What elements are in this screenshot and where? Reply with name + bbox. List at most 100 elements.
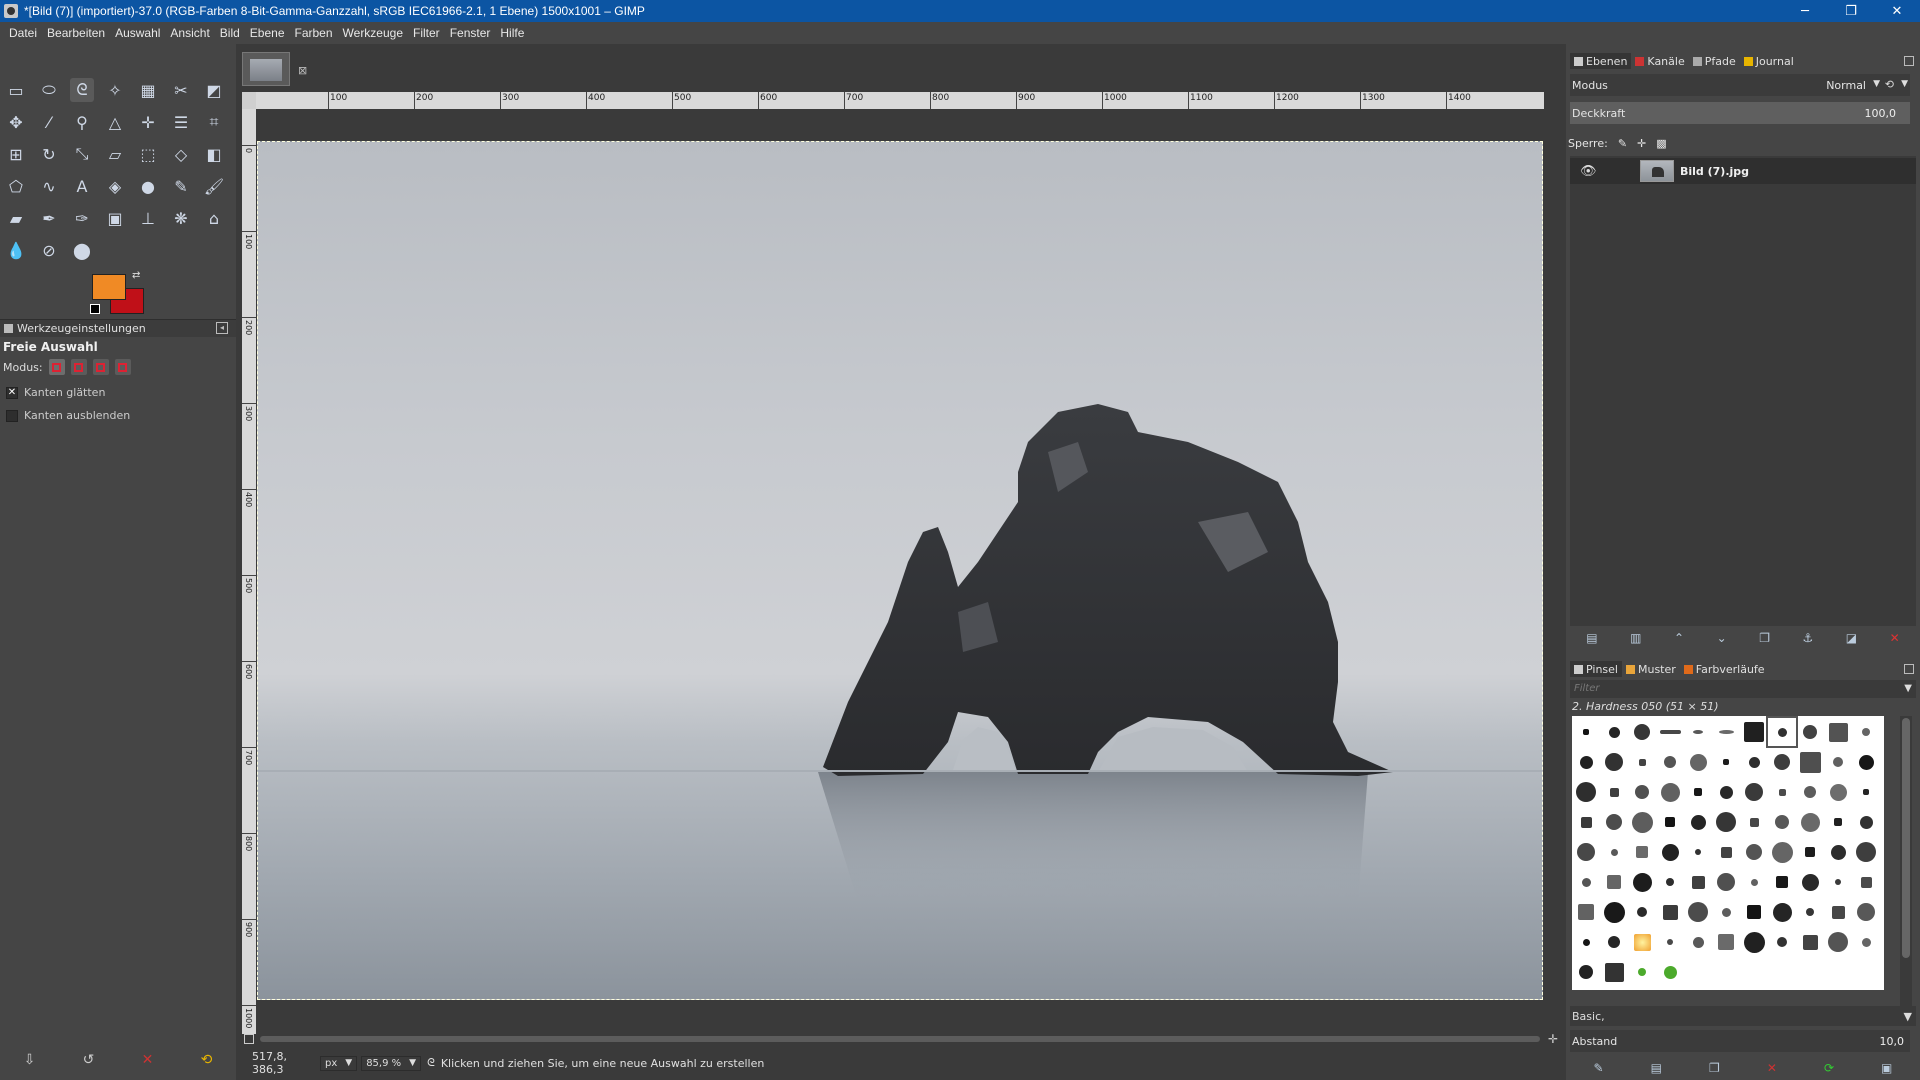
paintbrush-tool-icon[interactable]: 🖌 [202, 174, 226, 198]
brush-thumbnail[interactable] [1768, 928, 1796, 956]
menu-farben[interactable]: Farben [290, 26, 338, 40]
tab-ebenen[interactable]: Ebenen [1570, 53, 1632, 69]
airbrush-tool-icon[interactable]: ✒ [37, 206, 61, 230]
brush-thumbnail[interactable] [1572, 718, 1600, 746]
brush-thumbnail[interactable] [1740, 838, 1768, 866]
image-canvas[interactable] [256, 109, 1544, 1034]
brush-thumbnail[interactable] [1824, 808, 1852, 836]
brush-thumbnail[interactable] [1656, 808, 1684, 836]
brush-thumbnail[interactable] [1572, 808, 1600, 836]
open-brush-as-image-icon[interactable]: ▣ [1881, 1061, 1892, 1075]
anchor-layer-icon[interactable]: ⚓ [1803, 631, 1814, 645]
brush-thumbnail[interactable] [1684, 718, 1712, 746]
foreground-color-swatch[interactable] [92, 274, 126, 300]
menu-bild[interactable]: Bild [215, 26, 245, 40]
rotate-tool-icon[interactable]: ↻ [37, 142, 61, 166]
pencil-tool-icon[interactable]: ✎ [169, 174, 193, 198]
horizontal-scrollbar[interactable] [256, 1034, 1544, 1044]
smudge-tool-icon[interactable]: ⌂ [202, 206, 226, 230]
brush-thumbnail[interactable] [1712, 868, 1740, 896]
brush-thumbnail[interactable] [1684, 778, 1712, 806]
brush-thumbnail[interactable] [1628, 868, 1656, 896]
brush-preset-select[interactable]: Basic, ▼ [1570, 1006, 1916, 1026]
duplicate-brush-icon[interactable]: ❐ [1709, 1061, 1720, 1075]
rect-select-tool-icon[interactable]: ▭ [4, 78, 28, 102]
visibility-eye-icon[interactable]: 👁 [1580, 164, 1597, 179]
menu-bearbeiten[interactable]: Bearbeiten [42, 26, 110, 40]
brush-thumbnail[interactable] [1600, 718, 1628, 746]
brush-thumbnail[interactable] [1600, 898, 1628, 926]
3d-transform-tool-icon[interactable]: ◇ [169, 142, 193, 166]
dock-configure-icon[interactable]: ◂ [216, 322, 228, 334]
horizontal-ruler[interactable]: 100 200 300 400 500 600 700 800 900 1000 1100 1200 1… [256, 92, 1544, 109]
brush-thumbnail[interactable] [1740, 718, 1768, 746]
brush-thumbnail[interactable] [1628, 808, 1656, 836]
unit-select[interactable]: px ▼ [320, 1055, 358, 1071]
swap-colors-icon[interactable]: ⇄ [132, 270, 140, 281]
brush-thumbnail[interactable] [1656, 928, 1684, 956]
brush-thumbnail[interactable] [1656, 778, 1684, 806]
brush-thumbnail[interactable] [1796, 838, 1824, 866]
brush-thumbnail[interactable] [1712, 778, 1740, 806]
brush-thumbnail[interactable] [1824, 838, 1852, 866]
tool-options-tab[interactable]: Werkzeugeinstellungen ◂ [0, 319, 236, 337]
raise-layer-icon[interactable]: ⌃ [1674, 631, 1684, 645]
brush-thumbnail[interactable] [1628, 778, 1656, 806]
brush-thumbnail[interactable] [1740, 928, 1768, 956]
restore-button[interactable]: ❐ [1828, 0, 1874, 22]
menu-werkzeuge[interactable]: Werkzeuge [338, 26, 408, 40]
brush-spacing-slider[interactable]: Abstand 10,0 [1570, 1030, 1910, 1052]
align-tool-icon[interactable]: ✛ [136, 110, 160, 134]
brush-thumbnail[interactable] [1572, 778, 1600, 806]
brush-thumbnail[interactable] [1740, 778, 1768, 806]
brush-thumbnail[interactable] [1572, 958, 1600, 986]
restore-tool-preset-icon[interactable]: ↺ [83, 1052, 95, 1068]
menu-datei[interactable]: Datei [4, 26, 42, 40]
brush-thumbnail[interactable] [1600, 748, 1628, 776]
brush-thumbnail[interactable] [1712, 928, 1740, 956]
brush-thumbnail[interactable] [1852, 718, 1880, 746]
brush-thumbnail[interactable] [1656, 838, 1684, 866]
free-select-tool-icon[interactable]: ᘓ [70, 78, 94, 102]
brush-thumbnail[interactable] [1628, 928, 1656, 956]
duplicate-layer-icon[interactable]: ❐ [1759, 631, 1770, 645]
select-by-color-tool-icon[interactable]: ▦ [136, 78, 160, 102]
perspective-tool-icon[interactable]: ⬚ [136, 142, 160, 166]
menu-fenster[interactable]: Fenster [445, 26, 496, 40]
zoom-select[interactable]: 85,9 % ▼ [361, 1055, 422, 1071]
delete-brush-icon[interactable]: ✕ [1767, 1061, 1777, 1075]
brush-thumbnail[interactable] [1712, 898, 1740, 926]
brush-thumbnail[interactable] [1824, 718, 1852, 746]
tab-pfade[interactable]: Pfade [1689, 53, 1740, 69]
brush-thumbnail[interactable] [1852, 778, 1880, 806]
measure-tool-icon[interactable]: △ [103, 110, 127, 134]
brush-thumbnail[interactable] [1852, 838, 1880, 866]
mypaint-brush-tool-icon[interactable]: ● [136, 174, 160, 198]
clone-tool-icon[interactable]: ⊥ [136, 206, 160, 230]
brush-thumbnail[interactable] [1684, 928, 1712, 956]
lock-position-icon[interactable]: ✛ [1637, 137, 1646, 150]
warp-transform-tool-icon[interactable]: ∿ [37, 174, 61, 198]
brush-thumbnail[interactable] [1852, 748, 1880, 776]
delete-layer-icon[interactable]: ✕ [1890, 631, 1900, 645]
refresh-brushes-icon[interactable]: ⟳ [1824, 1061, 1834, 1075]
brush-thumbnail[interactable] [1572, 868, 1600, 896]
fuzzy-select-tool-icon[interactable]: ✧ [103, 78, 127, 102]
brush-thumbnail[interactable] [1628, 838, 1656, 866]
text-tool-icon[interactable]: A [70, 174, 94, 198]
quick-mask-toggle-icon[interactable] [244, 1034, 254, 1044]
layers-dock-configure-icon[interactable] [1904, 56, 1914, 66]
brush-thumbnail[interactable] [1796, 808, 1824, 836]
flip-tool-icon[interactable]: ◧ [202, 142, 226, 166]
layer-mask-icon[interactable]: ◪ [1846, 631, 1857, 645]
lower-layer-icon[interactable]: ⌄ [1717, 631, 1727, 645]
brush-thumbnail[interactable] [1768, 838, 1796, 866]
brush-thumbnail[interactable] [1628, 718, 1656, 746]
tab-muster[interactable]: Muster [1622, 661, 1680, 677]
brush-grid[interactable] [1572, 716, 1884, 990]
brush-thumbnail[interactable] [1572, 838, 1600, 866]
brush-thumbnail[interactable] [1572, 898, 1600, 926]
brush-thumbnail[interactable] [1712, 808, 1740, 836]
brush-thumbnail[interactable] [1600, 778, 1628, 806]
brush-scrollbar-thumb[interactable] [1902, 718, 1910, 958]
